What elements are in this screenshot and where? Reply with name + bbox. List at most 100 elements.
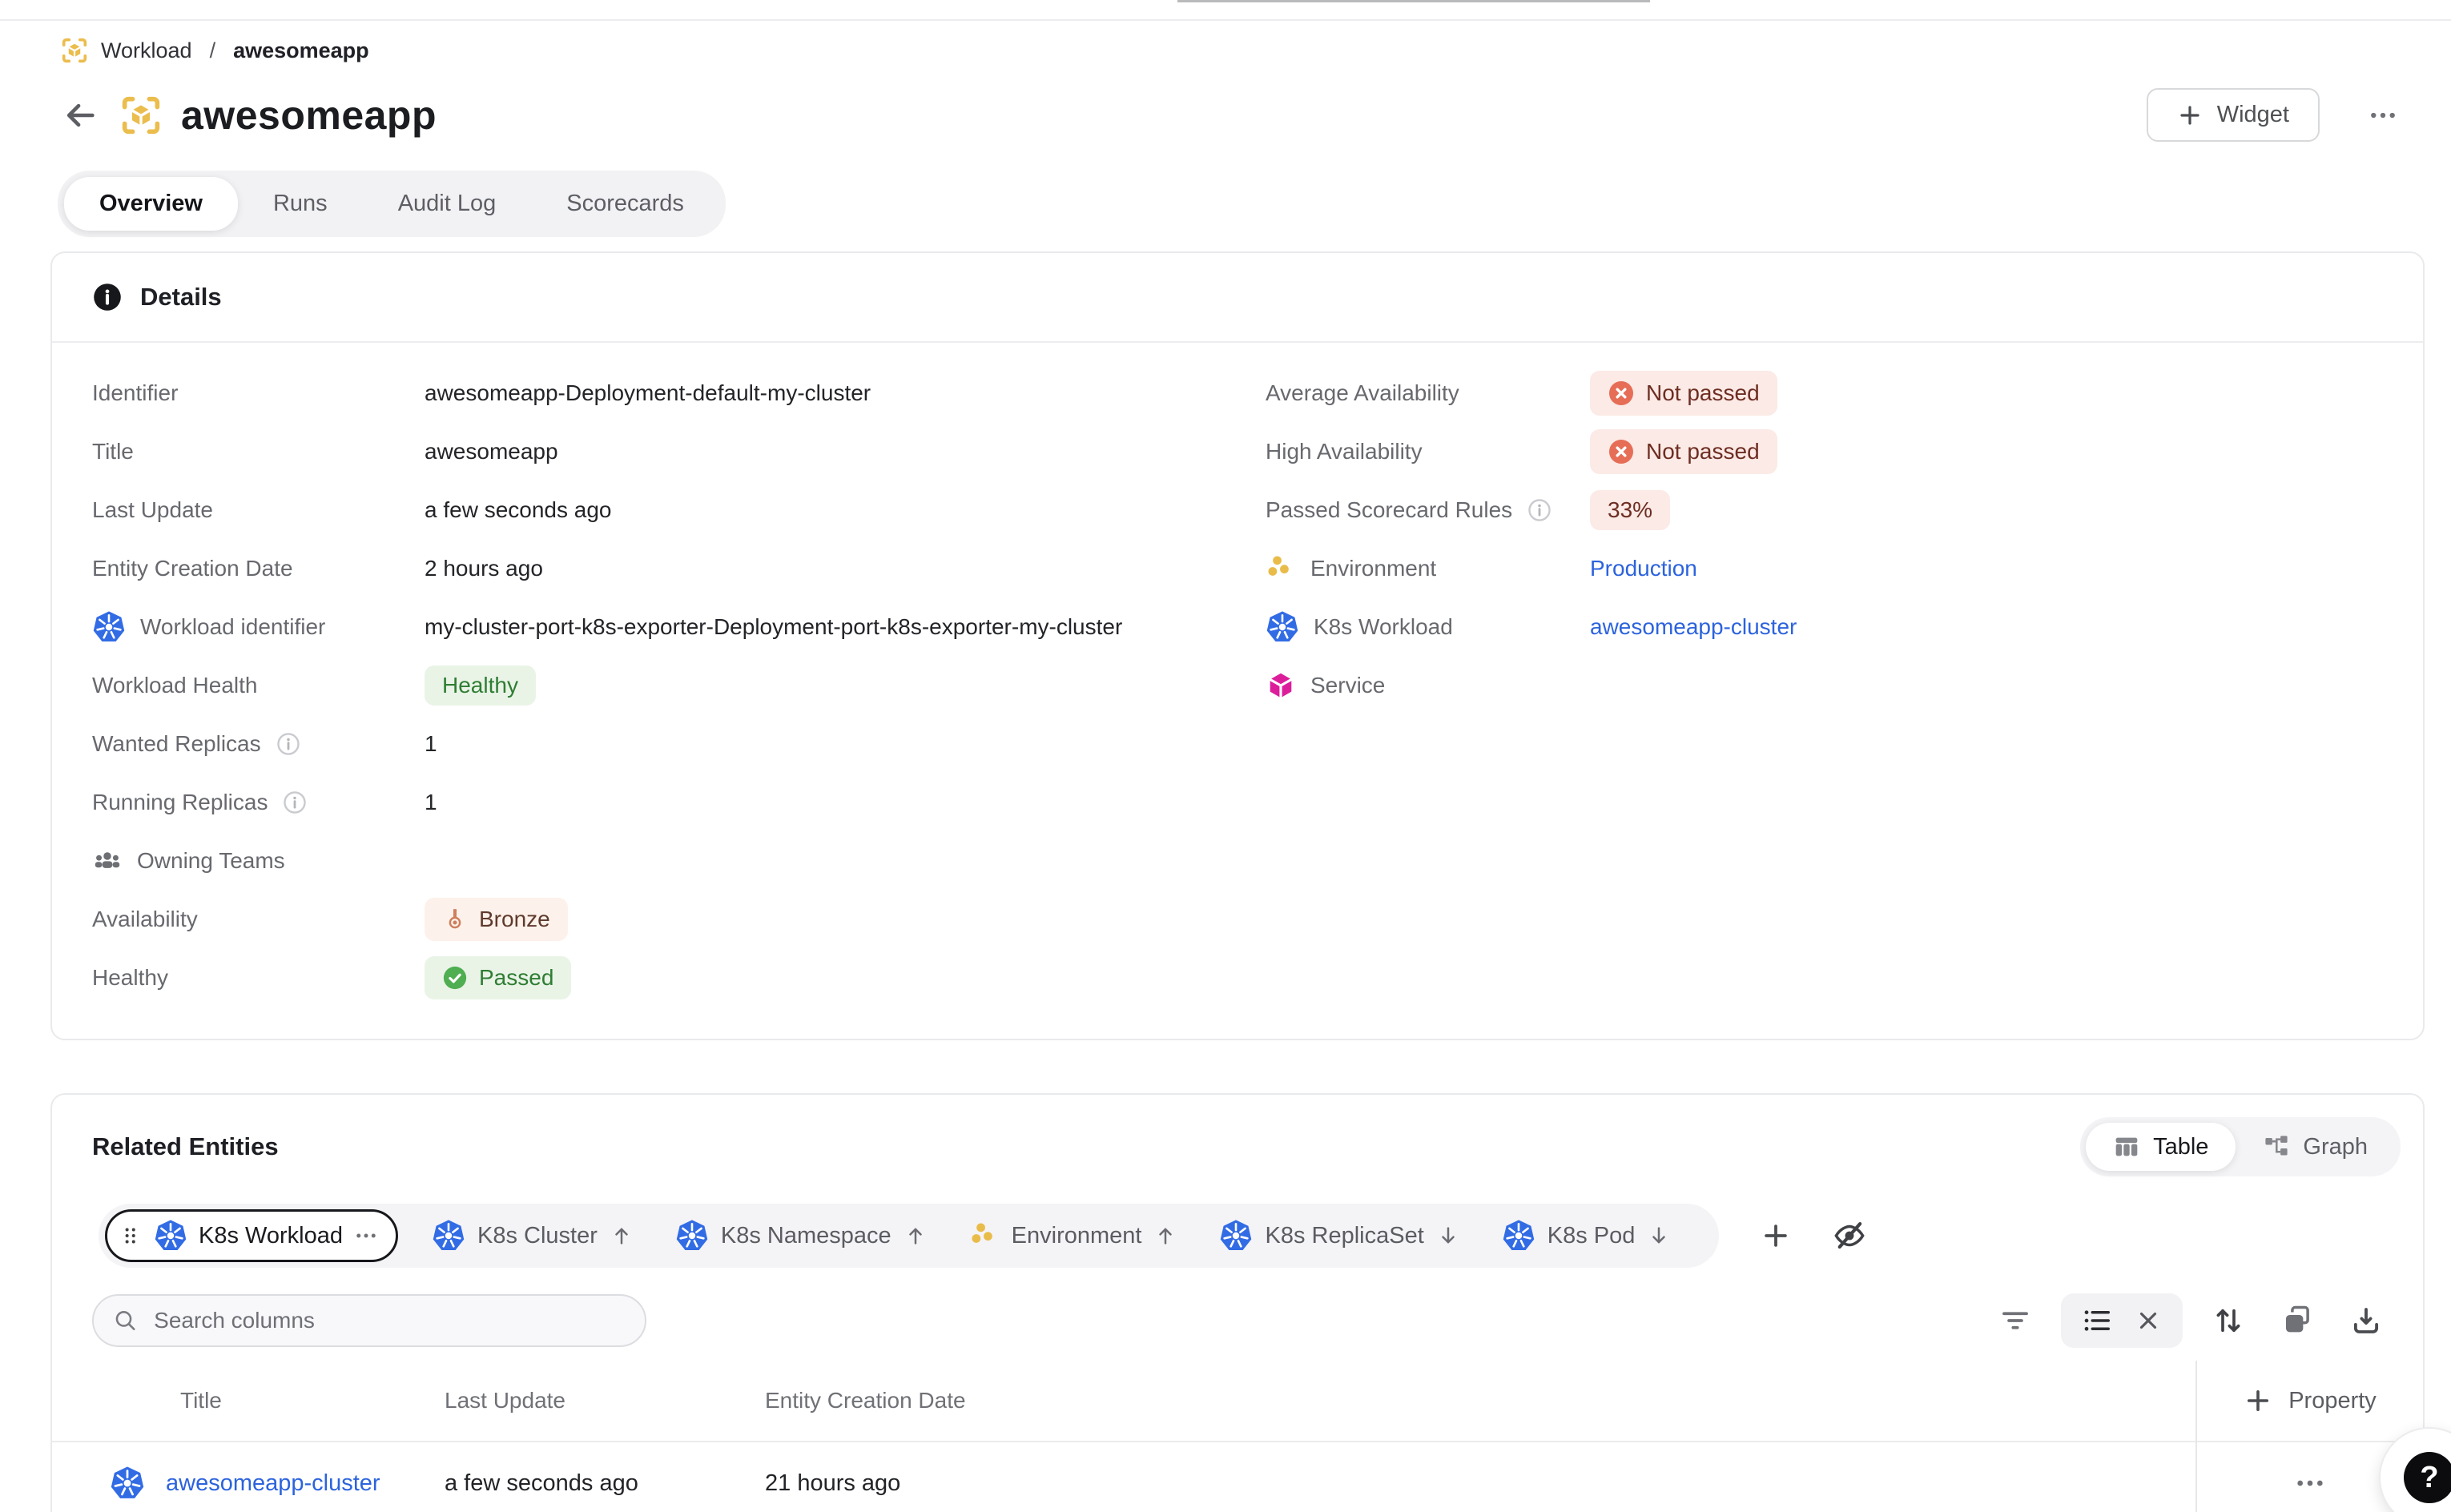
check-circle-icon (442, 965, 468, 991)
plus-icon (2244, 1386, 2272, 1415)
x-circle-icon (1608, 380, 1635, 407)
hide-relations-button[interactable] (1833, 1219, 1866, 1253)
tab-scorecards[interactable]: Scorecards (531, 177, 719, 231)
chip-k8s-replicaset[interactable]: K8s ReplicaSet (1198, 1219, 1480, 1253)
plus-icon (2177, 103, 2203, 128)
help-question-icon: ? (2404, 1452, 2451, 1503)
add-property-button[interactable]: Property (2197, 1361, 2423, 1442)
service-icon (1266, 670, 1296, 701)
details-left-column: Identifier awesomeapp-Deployment-default… (92, 364, 1266, 1007)
entity-chips-row: K8s Workload K8s Cluster K8s Namespace E… (99, 1204, 2423, 1268)
sort-button[interactable] (2212, 1304, 2245, 1337)
tab-runs[interactable]: Runs (238, 177, 363, 231)
drag-handle-icon[interactable] (119, 1224, 143, 1248)
details-card-header: Details (52, 253, 2423, 343)
field-average-availability: Average Availability Not passed (1266, 364, 2383, 422)
field-high-availability: High Availability Not passed (1266, 422, 2383, 481)
chip-label: K8s Workload (199, 1223, 343, 1249)
toggle-table-view[interactable]: Table (2086, 1123, 2236, 1171)
close-icon (2135, 1307, 2162, 1334)
breadcrumb-current[interactable]: awesomeapp (233, 38, 369, 63)
k8s-workload-link[interactable]: awesomeapp-cluster (1590, 614, 1797, 640)
list-view-button[interactable] (2082, 1305, 2112, 1336)
tab-overview[interactable]: Overview (64, 177, 238, 231)
field-label: High Availability (1266, 439, 1423, 464)
field-label: Workload identifier (140, 614, 325, 640)
copy-icon (2280, 1304, 2314, 1337)
column-header-created: Entity Creation Date (765, 1388, 966, 1413)
info-tooltip-icon[interactable] (1527, 497, 1552, 523)
related-entities-table: Title Last Update Entity Creation Date a… (52, 1361, 2423, 1512)
details-title: Details (140, 283, 222, 312)
search-columns-box (92, 1294, 646, 1347)
field-label: Average Availability (1266, 380, 1459, 406)
search-icon (113, 1307, 138, 1334)
row-last-update: a few seconds ago (445, 1470, 638, 1496)
percentage-badge: 33% (1590, 490, 1670, 530)
badge-label: Healthy (442, 674, 518, 697)
clear-view-button[interactable] (2135, 1307, 2162, 1334)
info-tooltip-icon[interactable] (282, 790, 308, 815)
details-card: Details Identifier awesomeapp-Deployment… (50, 251, 2425, 1040)
tab-audit-log[interactable]: Audit Log (363, 177, 532, 231)
table-main: Title Last Update Entity Creation Date a… (52, 1361, 2195, 1512)
chip-label: K8s Pod (1547, 1223, 1636, 1249)
tab-bar: Overview Runs Audit Log Scorecards (58, 171, 726, 237)
field-value: 1 (425, 731, 437, 757)
search-columns-input[interactable] (152, 1307, 626, 1334)
field-passed-scorecard-rules: Passed Scorecard Rules 33% (1266, 481, 2383, 539)
field-value: a few seconds ago (425, 497, 612, 523)
field-environment: Environment Production (1266, 539, 2383, 597)
chip-k8s-workload[interactable]: K8s Workload (105, 1209, 398, 1262)
add-widget-button[interactable]: Widget (2147, 88, 2320, 142)
arrow-down-icon (1436, 1224, 1460, 1248)
arrow-up-icon (1153, 1224, 1177, 1248)
page-menu-button[interactable] (2368, 100, 2398, 131)
download-icon (2349, 1304, 2383, 1337)
chip-k8s-namespace[interactable]: K8s Namespace (654, 1219, 948, 1253)
filter-button[interactable] (1998, 1304, 2032, 1337)
badge-label: 33% (1608, 499, 1652, 521)
row-entity-link[interactable]: awesomeapp-cluster (166, 1470, 380, 1497)
status-badge-healthy: Healthy (425, 666, 536, 706)
chip-menu-icon[interactable] (354, 1224, 378, 1248)
chip-k8s-pod[interactable]: K8s Pod (1481, 1219, 1692, 1253)
teams-icon (92, 846, 123, 876)
chip-label: K8s ReplicaSet (1265, 1223, 1423, 1249)
breadcrumb-parent[interactable]: Workload (101, 38, 192, 63)
toggle-graph-view[interactable]: Graph (2236, 1123, 2395, 1171)
download-button[interactable] (2349, 1304, 2383, 1337)
field-value: 2 hours ago (425, 556, 543, 581)
environment-link[interactable]: Production (1590, 556, 1697, 581)
add-relation-button[interactable] (1761, 1220, 1791, 1251)
info-icon (92, 282, 123, 312)
k8s-icon (432, 1219, 465, 1253)
medal-badge-bronze: Bronze (425, 898, 568, 941)
field-value: awesomeapp (425, 439, 558, 464)
field-label: Passed Scorecard Rules (1266, 497, 1512, 523)
filter-icon (1998, 1304, 2032, 1337)
chip-k8s-cluster[interactable]: K8s Cluster (411, 1219, 654, 1253)
toggle-table-label: Table (2153, 1134, 2208, 1160)
environment-icon (969, 1220, 1000, 1251)
copy-button[interactable] (2280, 1304, 2314, 1337)
view-options-group (2061, 1293, 2183, 1348)
table-row[interactable]: awesomeapp-cluster a few seconds ago 21 … (52, 1442, 2195, 1512)
page-title: awesomeapp (181, 92, 437, 139)
field-entity-creation-date: Entity Creation Date 2 hours ago (92, 539, 1266, 597)
back-button[interactable] (58, 93, 103, 138)
details-right-column: Average Availability Not passed High Ava… (1266, 364, 2383, 1007)
top-divider (0, 19, 2451, 21)
info-tooltip-icon[interactable] (276, 731, 301, 757)
k8s-icon (1502, 1219, 1535, 1253)
field-healthy: Healthy Passed (92, 948, 1266, 1007)
eye-off-icon (1833, 1219, 1866, 1253)
field-identifier: Identifier awesomeapp-Deployment-default… (92, 364, 1266, 422)
medal-icon (442, 907, 468, 932)
environment-icon (1266, 553, 1296, 584)
top-partial-line (1177, 0, 1650, 2)
field-last-update: Last Update a few seconds ago (92, 481, 1266, 539)
arrow-up-icon (610, 1224, 634, 1248)
kebab-icon (2294, 1467, 2326, 1499)
chip-environment[interactable]: Environment (948, 1220, 1199, 1251)
